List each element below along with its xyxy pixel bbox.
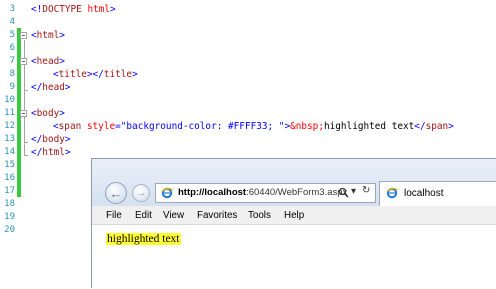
- address-host: http://localhost: [178, 187, 247, 198]
- code-line-title: <title></title>: [53, 68, 138, 81]
- tag-name: head: [36, 56, 60, 67]
- menu-bar: File Edit View Favorites Tools Help: [92, 206, 496, 225]
- markup-delimiter: ></: [86, 69, 104, 80]
- line-number: 8: [9, 69, 15, 79]
- address-bar[interactable]: http://localhost:60440/WebForm3.aspx ▾ ↻: [155, 183, 376, 203]
- markup-delimiter: >: [59, 30, 65, 41]
- code-line-head-open: <head>: [31, 55, 65, 68]
- line-number: 3: [9, 4, 15, 14]
- line-number-gutter: 3 4 5 6 7 8 9 10 11 12 13 14 15 16 17 18…: [0, 0, 18, 272]
- tag-name: title: [58, 69, 87, 80]
- menu-file[interactable]: File: [106, 210, 122, 221]
- menu-view[interactable]: View: [163, 210, 184, 221]
- code-line-body-close: </body>: [31, 133, 71, 146]
- markup-delimiter: </: [414, 121, 426, 132]
- code-line-span: <span style="background-color: #FFFF33; …: [53, 120, 454, 133]
- code-line-html-close: </html>: [31, 146, 71, 159]
- line-number: 20: [4, 225, 15, 235]
- highlighted-text: highlighted text: [106, 233, 181, 245]
- markup-delimiter: >: [59, 108, 65, 119]
- line-number: 13: [4, 134, 15, 144]
- tag-name: body: [42, 134, 65, 145]
- line-number: 5: [9, 30, 15, 40]
- line-number: 15: [4, 160, 15, 170]
- collapse-head-icon[interactable]: [20, 58, 27, 65]
- tag-name: span: [58, 121, 82, 132]
- attribute-name: style: [81, 121, 116, 132]
- code-line-html-open: <html>: [31, 29, 65, 42]
- markup-delimiter: >: [64, 147, 71, 158]
- tab-localhost[interactable]: localhost: [379, 181, 496, 206]
- markup-delimiter: </: [31, 82, 43, 93]
- markup-delimiter: >: [448, 121, 454, 132]
- outline-end-html: [24, 155, 28, 156]
- forward-arrow-icon: →: [135, 187, 147, 199]
- markup-delimiter: >: [59, 56, 65, 67]
- line-number: 17: [4, 186, 15, 196]
- tag-name: body: [36, 108, 60, 119]
- refresh-icon[interactable]: ↻: [362, 185, 370, 196]
- markup-delimiter: >: [132, 69, 138, 80]
- tag-name: html: [36, 30, 60, 41]
- markup-delimiter: >: [64, 134, 71, 145]
- menu-help[interactable]: Help: [284, 210, 304, 221]
- tag-name: title: [103, 69, 133, 80]
- line-number: 19: [4, 212, 15, 222]
- collapse-html-icon[interactable]: [20, 32, 27, 39]
- page-content: highlighted text: [92, 225, 496, 289]
- ie-logo-icon: [161, 187, 173, 199]
- navigation-bar: ← → http://localhost:60440/WebForm3.aspx…: [92, 159, 496, 206]
- search-icon[interactable]: [338, 187, 349, 201]
- menu-favorites[interactable]: Favorites: [197, 210, 237, 221]
- collapse-body-icon[interactable]: [20, 110, 27, 117]
- ie-logo-icon: [386, 187, 398, 199]
- address-dropdown-icon[interactable]: ▾: [351, 186, 356, 197]
- tab-label: localhost: [404, 188, 444, 199]
- attribute-value: "background-color: #FFFF33; ": [120, 121, 285, 132]
- tag-name: span: [425, 121, 449, 132]
- menu-tools[interactable]: Tools: [248, 210, 271, 221]
- markup-delimiter: >: [64, 82, 71, 93]
- markup-delimiter: </: [31, 134, 43, 145]
- line-number: 16: [4, 173, 15, 183]
- code-line-doctype: <!DOCTYPE html>: [31, 3, 116, 16]
- tag-name: html: [42, 147, 65, 158]
- browser-window: ← → http://localhost:60440/WebForm3.aspx…: [91, 158, 496, 289]
- outline-end-head: [24, 90, 28, 91]
- line-number: 11: [4, 108, 15, 118]
- line-number: 12: [4, 121, 15, 131]
- back-button[interactable]: ←: [105, 182, 127, 204]
- address-url: http://localhost:60440/WebForm3.aspx: [178, 187, 347, 198]
- forward-button[interactable]: →: [132, 184, 150, 202]
- doctype-value: html: [81, 4, 111, 15]
- markup-delimiter: >: [110, 4, 116, 15]
- line-number: 9: [9, 82, 15, 92]
- markup-delimiter: </: [31, 147, 43, 158]
- line-number: 18: [4, 199, 15, 209]
- doctype-keyword: DOCTYPE: [42, 4, 82, 15]
- code-line-body-open: <body>: [31, 107, 65, 120]
- line-number: 4: [9, 17, 15, 27]
- menu-edit[interactable]: Edit: [135, 210, 152, 221]
- address-path: :60440/WebForm3.aspx: [246, 187, 348, 198]
- line-number: 10: [4, 95, 15, 105]
- line-number: 6: [9, 43, 15, 53]
- outline-end-body: [24, 142, 28, 143]
- line-number: 14: [4, 147, 15, 157]
- line-number: 7: [9, 56, 15, 66]
- span-text: highlighted text: [323, 121, 415, 132]
- html-entity: &nbsp;: [290, 121, 324, 132]
- markup-delimiter: <!: [31, 4, 43, 15]
- tag-name: head: [42, 82, 65, 93]
- code-line-head-close: </head>: [31, 81, 71, 94]
- back-arrow-icon: ←: [109, 185, 123, 201]
